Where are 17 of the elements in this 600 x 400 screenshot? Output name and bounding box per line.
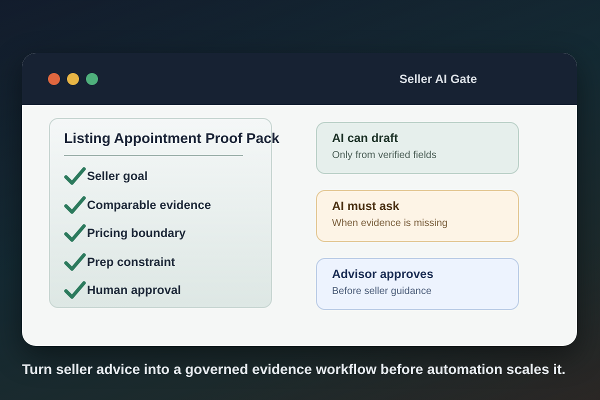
window-control-dot[interactable] <box>86 73 98 85</box>
rule-detail: Only from verified fields <box>332 150 438 161</box>
rule-title: Advisor approves <box>332 267 434 281</box>
checklist-label: Seller goal <box>87 169 148 184</box>
window-title: Seller AI Gate <box>399 72 477 86</box>
checklist-label: Prep constraint <box>87 254 176 269</box>
window-control-dot[interactable] <box>48 73 60 85</box>
rule-detail: Before seller guidance <box>332 286 433 297</box>
rule-title: AI can draft <box>332 131 400 145</box>
rule-detail: When evidence is missing <box>332 218 449 229</box>
checklist-label: Pricing boundary <box>87 226 186 240</box>
checklist-label: Comparable evidence <box>87 198 212 212</box>
caption-text: Turn seller advice into a governed evidence workflow before automation scales it. <box>22 361 567 377</box>
window-control-dot[interactable] <box>67 73 79 85</box>
rule-title: AI must ask <box>332 199 400 213</box>
card-title: Listing Appointment Proof Pack <box>64 131 280 147</box>
checklist-label: Human approval <box>87 283 182 298</box>
